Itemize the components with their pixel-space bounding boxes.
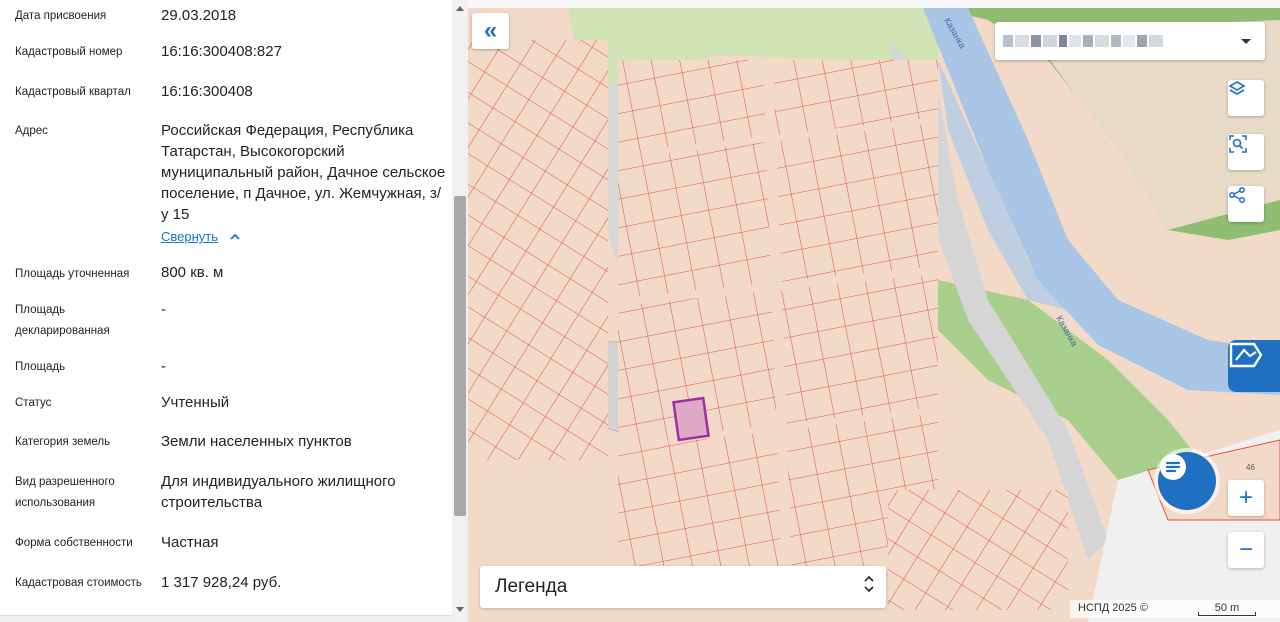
scroll-up-arrow-icon[interactable] — [456, 6, 464, 11]
collapse-link[interactable]: Свернуть — [161, 229, 218, 244]
scale-bar — [1198, 612, 1256, 616]
layers-button[interactable] — [1228, 80, 1264, 116]
collapse-panel-button[interactable]: « — [472, 13, 509, 49]
scroll-thumb[interactable] — [454, 196, 466, 516]
chat-button[interactable] — [1158, 452, 1216, 510]
side-logo-button[interactable] — [1228, 340, 1280, 392]
detail-label: Кадастровый квартал — [15, 86, 131, 98]
detail-value: Учтенный — [161, 394, 230, 411]
selected-parcel[interactable] — [672, 396, 710, 442]
copyright-text: НСПД 2025 © — [1078, 602, 1148, 614]
map-canvas[interactable]: Казанка Казанка 46 16 — [468, 0, 1280, 622]
detail-value: Частная — [161, 534, 219, 551]
legend-panel[interactable]: Легенда — [480, 566, 886, 608]
detail-label: Категория земель — [15, 436, 111, 448]
zoom-out-button[interactable]: − — [1228, 532, 1264, 568]
detail-value: Земли населенных пунктов — [161, 433, 352, 450]
detail-label: Форма собственности — [15, 537, 133, 549]
panel-bottom-strip — [0, 615, 452, 622]
chevron-down-icon — [1241, 39, 1251, 44]
detail-value: 1 317 928,24 руб. — [161, 574, 282, 591]
detail-value: 16:16:300408 — [161, 83, 253, 100]
search-area-button[interactable] — [1228, 134, 1264, 170]
detail-value: Для индивидуального жилищного строительс… — [161, 473, 396, 511]
collapse-control[interactable]: Свернуть — [161, 228, 241, 246]
detail-label: Площадь — [15, 361, 66, 373]
zoom-in-button[interactable]: + — [1228, 480, 1264, 516]
detail-label: Площадь уточненная — [15, 268, 130, 280]
info-panel: Дата присвоения 29.03.2018 Кадастровый н… — [0, 0, 468, 622]
parcel-number-label: 46 — [1246, 463, 1255, 472]
map-view[interactable]: Казанка Казанка 46 16 « — [468, 0, 1280, 622]
detail-value: 16:16:300408:827 — [161, 43, 282, 60]
detail-value: Российская Федерация, Республика Татарст… — [161, 122, 446, 223]
detail-label: Вид разрешенного использования — [15, 476, 115, 509]
detail-label: Кадастровый номер — [15, 46, 123, 58]
panel-scrollbar[interactable] — [452, 0, 468, 622]
minus-icon: − — [1238, 536, 1253, 563]
scroll-down-arrow-icon[interactable] — [456, 607, 464, 612]
share-button[interactable] — [1228, 186, 1264, 222]
blurred-select-value — [1003, 35, 1163, 47]
detail-label: Статус — [15, 397, 52, 409]
double-chevron-left-icon: « — [483, 17, 498, 44]
legend-title: Легенда — [495, 576, 568, 597]
detail-label: Дата присвоения — [15, 10, 107, 22]
chevron-up-icon — [230, 231, 241, 243]
detail-label: Кадастровая стоимость — [15, 577, 142, 589]
detail-value: 29.03.2018 — [161, 7, 237, 24]
detail-value: 800 кв. м — [161, 264, 224, 281]
detail-label: Адрес — [15, 125, 48, 137]
plus-icon: + — [1238, 484, 1253, 511]
detail-value: - — [161, 358, 166, 375]
detail-value: - — [161, 301, 166, 318]
basemap-select[interactable] — [995, 22, 1265, 60]
detail-label: Площадь декларированная — [15, 304, 110, 337]
map-attribution: НСПД 2025 © 50 m — [1070, 600, 1280, 618]
